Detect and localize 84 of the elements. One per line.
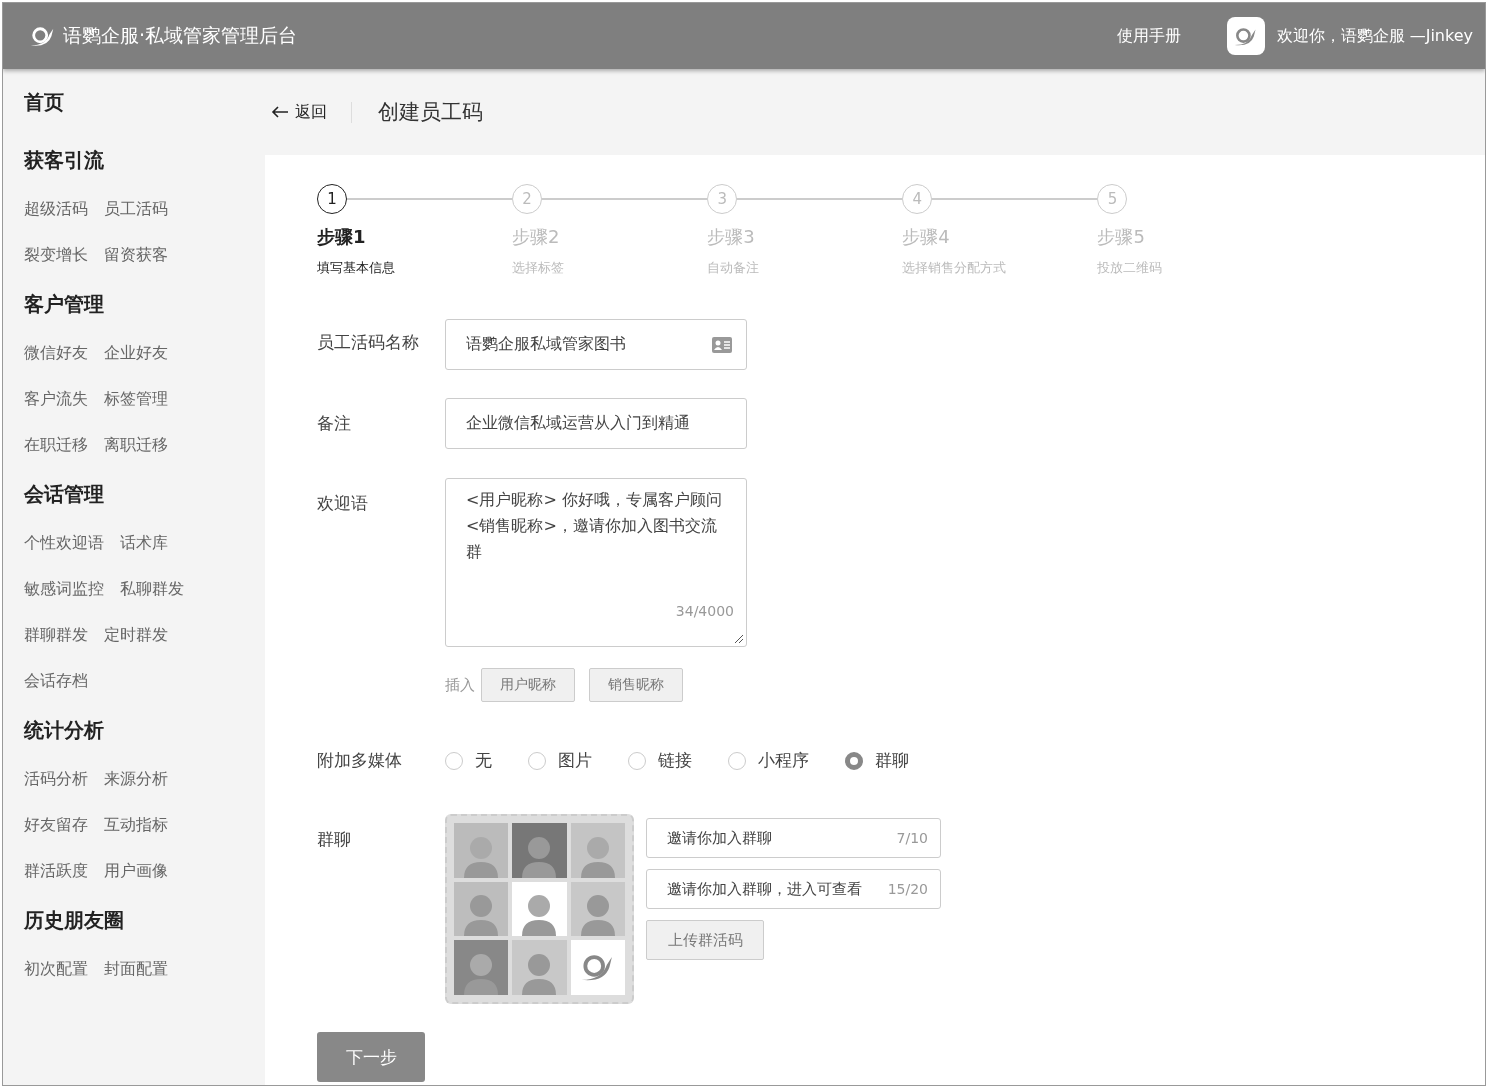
sidebar-item[interactable]: 活码分析 bbox=[24, 769, 88, 815]
sidebar-heading[interactable]: 首页 bbox=[24, 89, 265, 121]
sidebar-item[interactable]: 定时群发 bbox=[104, 625, 168, 671]
field-label: 员工活码名称 bbox=[317, 331, 420, 354]
sidebar-item[interactable]: 离职迁移 bbox=[104, 435, 168, 481]
sidebar-item[interactable]: 在职迁移 bbox=[24, 435, 88, 481]
upload-button[interactable]: 上传群活码 bbox=[646, 920, 764, 960]
step-title: 步骤3 bbox=[707, 225, 756, 249]
sidebar-item[interactable]: 个性欢迎语 bbox=[24, 533, 104, 579]
sidebar-heading[interactable]: 会话管理 bbox=[24, 481, 265, 513]
sidebar-heading[interactable]: 统计分析 bbox=[24, 717, 265, 749]
sidebar-item[interactable]: 员工活码 bbox=[104, 199, 168, 245]
name-input[interactable]: 语鹦企服私域管家图书 bbox=[445, 319, 747, 370]
field-label: 欢迎语 bbox=[317, 492, 369, 515]
sidebar-item[interactable]: 来源分析 bbox=[104, 769, 168, 815]
field-label: 群聊 bbox=[317, 828, 352, 851]
step-subtitle: 投放二维码 bbox=[1097, 259, 1164, 277]
radio-label: 群聊 bbox=[875, 749, 909, 772]
step-subtitle: 选择标签 bbox=[512, 259, 566, 277]
insert-button[interactable]: 销售昵称 bbox=[589, 668, 683, 702]
field-label: 备注 bbox=[317, 412, 352, 435]
media-radio[interactable]: 小程序 bbox=[728, 749, 809, 772]
manual-link[interactable]: 使用手册 bbox=[1116, 25, 1181, 47]
char-counter: 34/4000 bbox=[675, 602, 734, 621]
radio-label: 小程序 bbox=[758, 749, 809, 772]
welcome-text: <用户昵称> 你好哦，专属客户顾问<销售昵称>，邀请你加入图书交流群 bbox=[466, 490, 722, 561]
sidebar-heading[interactable]: 获客引流 bbox=[24, 147, 265, 179]
char-counter: 7/10 bbox=[896, 830, 928, 846]
radio-dot-icon[interactable] bbox=[445, 751, 463, 770]
sidebar-item[interactable]: 群聊群发 bbox=[24, 625, 88, 671]
radio-dot-icon[interactable] bbox=[528, 751, 546, 770]
welcome-text: 欢迎你，语鹦企服 —Jinkey bbox=[1276, 25, 1473, 47]
media-radio[interactable]: 图片 bbox=[528, 749, 592, 772]
insert-button[interactable]: 用户昵称 bbox=[481, 668, 575, 702]
step-subtitle: 自动备注 bbox=[707, 259, 761, 277]
step-title: 步骤5 bbox=[1097, 225, 1146, 249]
remark-input[interactable]: 企业微信私域运营从入门到精通 bbox=[445, 398, 747, 449]
back-link[interactable]: 返回 bbox=[271, 101, 352, 123]
char-counter: 15/20 bbox=[887, 881, 928, 897]
step-title: 步骤1 bbox=[317, 225, 367, 249]
radio-dot-icon[interactable] bbox=[845, 751, 863, 770]
sidebar-item[interactable]: 互动指标 bbox=[104, 815, 168, 861]
sidebar-item[interactable]: 私聊群发 bbox=[120, 579, 184, 625]
sidebar-item[interactable]: 会话存档 bbox=[24, 671, 88, 717]
insert-label: 插入 bbox=[445, 675, 475, 695]
welcome-textarea[interactable]: <用户昵称> 你好哦，专属客户顾问<销售昵称>，邀请你加入图书交流群 34/4000 bbox=[445, 478, 747, 647]
back-arrow-icon bbox=[271, 105, 289, 119]
radio-dot-icon[interactable] bbox=[628, 751, 646, 770]
sidebar-heading[interactable]: 历史朋友圈 bbox=[24, 907, 265, 939]
sidebar-item[interactable]: 群活跃度 bbox=[24, 861, 88, 907]
step-subtitle: 选择销售分配方式 bbox=[902, 259, 1008, 277]
group-text-input[interactable]: 邀请你加入群聊，进入可查看 15/20 bbox=[646, 869, 941, 909]
sidebar-item[interactable]: 超级活码 bbox=[24, 199, 88, 245]
media-radio[interactable]: 链接 bbox=[628, 749, 692, 772]
media-radio[interactable]: 无 bbox=[445, 749, 492, 772]
next-button[interactable]: 下一步 bbox=[317, 1032, 425, 1082]
field-label: 附加多媒体 bbox=[317, 749, 403, 772]
sidebar-heading[interactable]: 客户管理 bbox=[24, 291, 265, 323]
sidebar-item[interactable]: 客户流失 bbox=[24, 389, 88, 435]
step-title: 步骤4 bbox=[902, 225, 951, 249]
sidebar-item[interactable]: 好友留存 bbox=[24, 815, 88, 861]
radio-label: 无 bbox=[475, 749, 492, 772]
resize-handle-icon[interactable] bbox=[734, 634, 744, 644]
radio-dot-icon[interactable] bbox=[728, 751, 746, 770]
sidebar-item[interactable]: 标签管理 bbox=[104, 389, 168, 435]
app-title: 语鹦企服·私域管家管理后台 bbox=[63, 23, 298, 48]
sidebar-item[interactable]: 封面配置 bbox=[104, 959, 168, 1005]
sidebar-item[interactable]: 用户画像 bbox=[104, 861, 168, 907]
sidebar-item[interactable]: 话术库 bbox=[120, 533, 168, 579]
media-radio[interactable]: 群聊 bbox=[845, 749, 909, 772]
sidebar-item[interactable]: 微信好友 bbox=[24, 343, 88, 389]
radio-label: 图片 bbox=[558, 749, 592, 772]
sidebar-item[interactable]: 敏感词监控 bbox=[24, 579, 104, 625]
sidebar-item[interactable]: 初次配置 bbox=[24, 959, 88, 1005]
page-title: 创建员工码 bbox=[378, 99, 483, 126]
qr-upload-area[interactable] bbox=[445, 814, 634, 1004]
sidebar-item[interactable]: 留资获客 bbox=[104, 245, 168, 291]
radio-label: 链接 bbox=[658, 749, 692, 772]
contact-card-icon bbox=[712, 336, 732, 353]
step-subtitle: 填写基本信息 bbox=[317, 259, 396, 277]
sidebar-item[interactable]: 企业好友 bbox=[104, 343, 168, 389]
sidebar-item[interactable]: 裂变增长 bbox=[24, 245, 88, 291]
step-title: 步骤2 bbox=[512, 225, 561, 249]
group-text-input[interactable]: 邀请你加入群聊 7/10 bbox=[646, 818, 941, 858]
